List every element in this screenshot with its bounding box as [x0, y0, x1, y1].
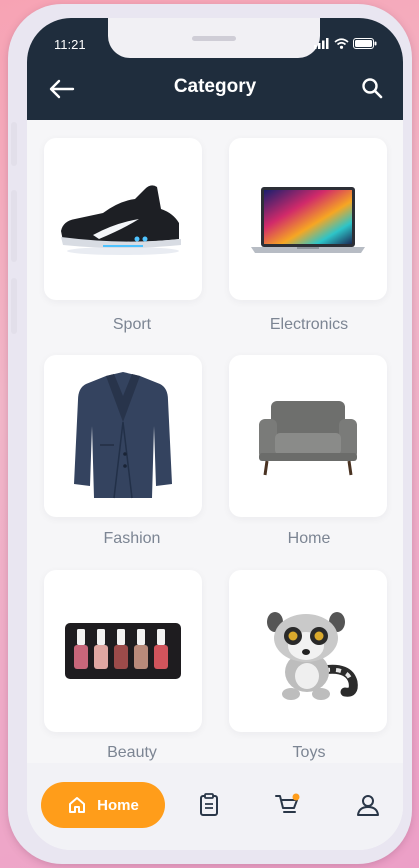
wifi-icon: [334, 38, 349, 49]
profile-icon: [357, 795, 379, 816]
category-label-home: Home: [287, 530, 331, 547]
nail-polish-set-image: [65, 623, 181, 679]
phone-notch: [108, 18, 320, 58]
status-icons: [314, 38, 377, 49]
cart-icon: [275, 793, 300, 813]
category-card-home[interactable]: [229, 355, 387, 517]
category-label-beauty: Beauty: [107, 744, 157, 761]
page-title: Category: [173, 76, 257, 97]
search-icon: [362, 78, 383, 99]
armchair-image: [259, 401, 357, 476]
bottom-nav: Home: [27, 763, 403, 850]
status-time: 11:21: [54, 37, 86, 52]
cart-badge-dot: [292, 793, 300, 801]
search-button[interactable]: [359, 75, 385, 101]
app-screen: 11:21 Category Sport Electronics Fashion…: [27, 18, 403, 850]
lemur-plush-image: [267, 612, 358, 700]
phone-side-button: [11, 278, 17, 334]
blazer-image: [74, 372, 172, 499]
nav-home-button[interactable]: Home: [41, 782, 165, 828]
category-card-toys[interactable]: [229, 570, 387, 732]
category-label-fashion: Fashion: [103, 530, 161, 547]
phone-speaker: [192, 36, 236, 41]
sneaker-image: [61, 185, 181, 255]
app-header: 11:21 Category: [27, 18, 403, 120]
nav-home-label: Home: [97, 796, 139, 814]
category-label-toys: Toys: [292, 744, 326, 761]
phone-side-button: [11, 190, 17, 262]
laptop-image: [251, 187, 365, 253]
category-card-sport[interactable]: [44, 138, 202, 300]
category-label-sport: Sport: [112, 316, 152, 333]
category-card-fashion[interactable]: [44, 355, 202, 517]
home-icon: [69, 797, 86, 813]
battery-icon: [353, 38, 377, 49]
nav-orders-button[interactable]: [195, 791, 223, 819]
orders-icon: [200, 793, 218, 816]
category-card-electronics[interactable]: [229, 138, 387, 300]
category-label-electronics: Electronics: [269, 316, 349, 333]
category-card-beauty[interactable]: [44, 570, 202, 732]
nav-cart-button[interactable]: [274, 791, 302, 819]
signal-icon: [314, 38, 329, 49]
nav-profile-button[interactable]: [354, 791, 382, 819]
phone-side-button: [11, 122, 17, 166]
